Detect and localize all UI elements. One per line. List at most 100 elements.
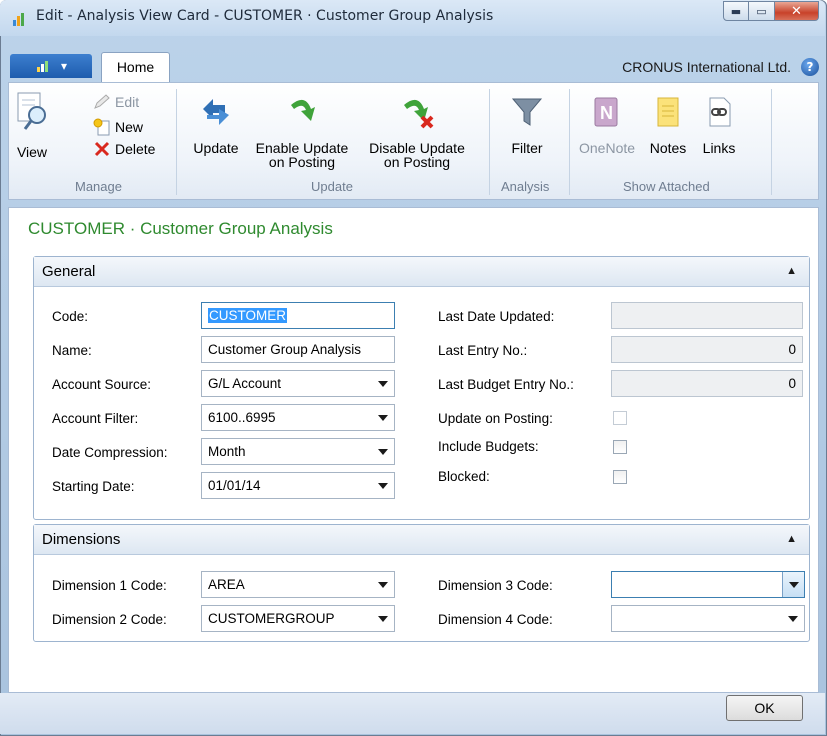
app-logo-icon: [36, 61, 48, 72]
name-field[interactable]: Customer Group Analysis: [201, 336, 395, 363]
ribbon-separator: [489, 89, 490, 195]
chevron-down-icon: [378, 415, 388, 421]
last-date-updated-field: [611, 302, 803, 329]
collapse-icon[interactable]: ▲: [786, 525, 797, 554]
close-button[interactable]: ✕: [775, 1, 819, 21]
update-label: Update: [193, 140, 239, 156]
account-filter-value: 6100..6995: [208, 410, 276, 425]
minimize-button[interactable]: ▬: [723, 1, 749, 21]
account-filter-select[interactable]: 6100..6995: [201, 404, 395, 431]
window-title: Edit - Analysis View Card - CUSTOMER · C…: [36, 8, 494, 24]
dynamics-nav-icon: [13, 13, 24, 26]
chevron-down-icon: [378, 449, 388, 455]
links-icon: [709, 97, 731, 127]
dimensions-fasttab-header[interactable]: Dimensions ▲: [34, 525, 809, 555]
bottom-bar: [0, 693, 825, 734]
delete-button[interactable]: Delete: [93, 141, 155, 157]
group-label-update: Update: [311, 179, 353, 194]
ribbon: View Edit New Delete Manage Update Enabl…: [8, 82, 819, 200]
svg-text:N: N: [600, 103, 613, 123]
include-budgets-label: Include Budgets:: [438, 439, 539, 454]
code-value: CUSTOMER: [208, 308, 288, 323]
filter-funnel-icon: [511, 98, 543, 126]
view-icon: [17, 92, 46, 130]
filter-label: Filter: [511, 140, 543, 156]
group-label-analysis: Analysis: [501, 179, 550, 194]
help-icon[interactable]: ?: [801, 58, 819, 76]
collapse-icon[interactable]: ▲: [786, 257, 797, 286]
application-menu-button[interactable]: ▾: [10, 54, 92, 78]
dimension-4-code-label: Dimension 4 Code:: [438, 612, 553, 627]
date-compression-select[interactable]: Month: [201, 438, 395, 465]
dimension-1-code-select[interactable]: AREA: [201, 571, 395, 598]
starting-date-field[interactable]: 01/01/14: [201, 472, 395, 499]
dimensions-header-label: Dimensions: [42, 531, 121, 548]
dimension-3-code-select[interactable]: [611, 571, 805, 598]
dimension-4-code-select[interactable]: [611, 605, 805, 632]
tab-home[interactable]: Home: [101, 52, 170, 83]
disable-update-icon: [404, 99, 434, 129]
dropdown-button[interactable]: [782, 572, 804, 597]
dimension-3-code-label: Dimension 3 Code:: [438, 578, 553, 593]
maximize-icon: ▭: [756, 4, 767, 18]
minimize-icon: ▬: [730, 4, 742, 18]
dimension-1-code-label: Dimension 1 Code:: [52, 578, 167, 593]
date-compression-label: Date Compression:: [52, 445, 168, 460]
account-source-select[interactable]: G/L Account: [201, 370, 395, 397]
ok-button[interactable]: OK: [726, 695, 803, 721]
general-fasttab-header[interactable]: General ▲: [34, 257, 809, 287]
new-button[interactable]: New: [93, 118, 143, 136]
enable-update-on-posting-button[interactable]: Enable Update on Posting: [249, 95, 355, 169]
edit-button[interactable]: Edit: [93, 94, 139, 110]
date-compression-value: Month: [208, 444, 246, 459]
blocked-label: Blocked:: [438, 469, 490, 484]
last-budget-entry-no-label: Last Budget Entry No.:: [438, 377, 574, 392]
filter-button[interactable]: Filter: [503, 95, 551, 155]
app-menu-dropdown-icon: ▾: [60, 59, 68, 73]
onenote-label: OneNote: [579, 140, 636, 156]
title-bar: Edit - Analysis View Card - CUSTOMER · C…: [0, 0, 825, 36]
account-source-label: Account Source:: [52, 377, 152, 392]
links-button[interactable]: Links: [697, 95, 741, 155]
pencil-icon: [94, 94, 110, 109]
ribbon-separator: [771, 89, 772, 195]
new-document-icon: [93, 118, 110, 136]
company-name: CRONUS International Ltd.: [622, 59, 791, 75]
ribbon-separator: [176, 89, 177, 195]
update-arrows-icon: [203, 99, 229, 125]
chevron-down-icon: [788, 616, 798, 622]
dimension-2-code-value: CUSTOMERGROUP: [208, 611, 335, 626]
notes-icon: [657, 97, 679, 127]
enable-update-label-line2: on Posting: [268, 154, 336, 170]
notes-button[interactable]: Notes: [643, 95, 693, 155]
chevron-down-icon: [378, 381, 388, 387]
enable-update-icon: [291, 99, 315, 121]
chevron-down-icon: [378, 483, 388, 489]
disable-update-on-posting-button[interactable]: Disable Update on Posting: [361, 95, 473, 169]
update-on-posting-checkbox: [613, 411, 627, 425]
starting-date-label: Starting Date:: [52, 479, 135, 494]
include-budgets-checkbox[interactable]: [613, 440, 627, 454]
last-entry-no-label: Last Entry No.:: [438, 343, 528, 358]
enable-update-label-line1: Enable Update: [255, 140, 349, 156]
dimension-1-code-value: AREA: [208, 577, 245, 592]
maximize-button[interactable]: ▭: [749, 1, 775, 21]
blocked-checkbox[interactable]: [613, 470, 627, 484]
delete-icon: [94, 141, 110, 157]
code-field[interactable]: CUSTOMER: [201, 302, 395, 329]
disable-update-label-line2: on Posting: [383, 154, 451, 170]
ribbon-separator: [569, 89, 570, 195]
update-on-posting-label: Update on Posting:: [438, 411, 553, 426]
new-label: New: [115, 119, 144, 135]
onenote-button[interactable]: N OneNote: [579, 95, 635, 155]
view-button[interactable]: View: [15, 91, 49, 159]
dimension-2-code-select[interactable]: CUSTOMERGROUP: [201, 605, 395, 632]
onenote-icon: N: [594, 97, 618, 127]
group-label-manage: Manage: [75, 179, 122, 194]
last-budget-entry-no-field: 0: [611, 370, 803, 397]
update-button[interactable]: Update: [189, 95, 243, 155]
dimension-2-code-label: Dimension 2 Code:: [52, 612, 167, 627]
account-source-value: G/L Account: [208, 376, 282, 391]
view-label: View: [16, 144, 48, 160]
close-icon: ✕: [791, 3, 802, 19]
